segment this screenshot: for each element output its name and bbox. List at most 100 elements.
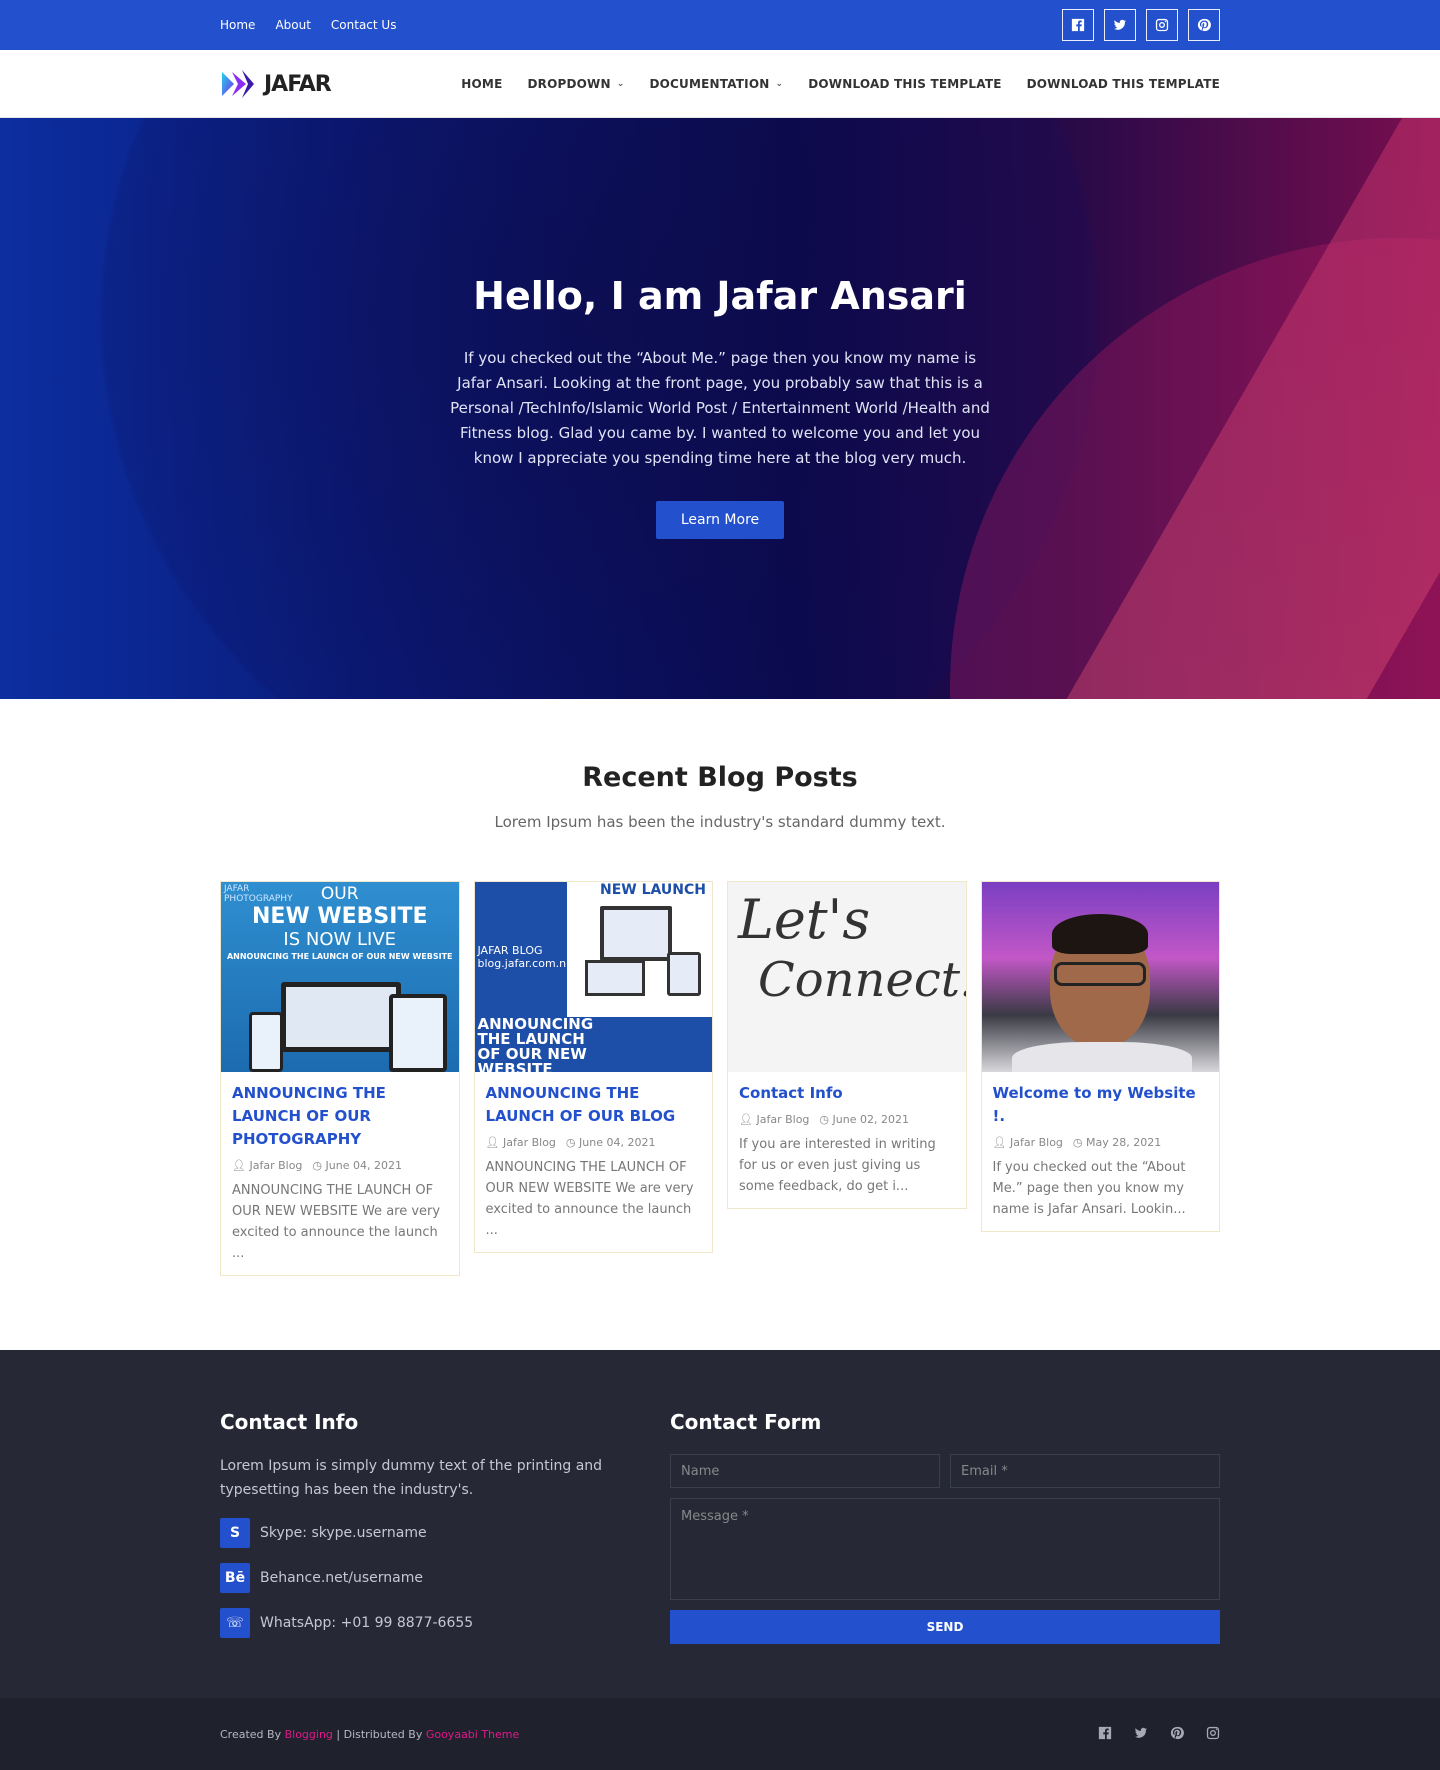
thumb-text: blog.jafar.com.np [477, 957, 574, 970]
post-date: ◷ June 04, 2021 [312, 1159, 402, 1172]
contact-item-skype[interactable]: S Skype: skype.username [220, 1518, 630, 1548]
post-date: ◷ May 28, 2021 [1072, 1136, 1162, 1149]
tablet-image [666, 952, 701, 996]
post-excerpt: If you are interested in writing for us … [739, 1137, 936, 1194]
contact-form: Contact Form Name Email * Message * SEND [670, 1410, 1220, 1653]
contact-form-title: Contact Form [670, 1410, 822, 1434]
contact-info: Contact Info Lorem Ipsum is simply dummy… [220, 1410, 630, 1653]
message-field[interactable]: Message * [670, 1498, 1220, 1600]
footer-contact: Contact Info Lorem Ipsum is simply dummy… [0, 1350, 1440, 1698]
menu-dropdown-label: DROPDOWN [527, 77, 611, 91]
thumb-text: IS NOW LIVE [283, 929, 397, 950]
post-thumbnail[interactable]: NEW LAUNCH JAFAR BLOG blog.jafar.com.np … [474, 882, 712, 1073]
hero-title: Hello, I am Jafar Ansari [473, 274, 967, 318]
hero-section: Hello, I am Jafar Ansari If you checked … [0, 118, 1440, 699]
top-links: Home About Contact Us [220, 18, 396, 32]
post-author: 👤︎ Jafar Blog [992, 1136, 1063, 1149]
menu-item-download-2[interactable]: DOWNLOAD THIS TEMPLATE [1027, 77, 1220, 91]
instagram-icon[interactable] [1146, 9, 1178, 41]
contact-item-text: Skype: skype.username [260, 1525, 427, 1541]
portrait-hair [1051, 914, 1148, 954]
blog-section: Recent Blog Posts Lorem Ipsum has been t… [0, 699, 1440, 1350]
post-author: 👤︎ Jafar Blog [485, 1136, 556, 1149]
post-author: 👤︎ Jafar Blog [232, 1159, 303, 1172]
thumb-text: NEW WEBSITE [252, 904, 428, 929]
facebook-icon[interactable] [1098, 1725, 1112, 1744]
laptop-image [281, 982, 401, 1052]
post-title[interactable]: Contact Info [739, 1082, 955, 1105]
twitter-icon[interactable] [1134, 1725, 1148, 1744]
phone-image [249, 1012, 283, 1072]
site-logo[interactable]: JAFAR [220, 68, 332, 100]
post-date-text: June 04, 2021 [325, 1159, 402, 1172]
post-excerpt: ANNOUNCING THE LAUNCH OF OUR NEW WEBSITE… [485, 1160, 694, 1238]
thumb-text: ANNOUNCING THE LAUNCH OF OUR NEW WEBSITE [477, 1015, 594, 1073]
menu-item-documentation[interactable]: DOCUMENTATION ⌄ [649, 77, 783, 91]
post-title[interactable]: ANNOUNCING THE LAUNCH OF OUR PHOTOGRAPHY [232, 1082, 448, 1151]
contact-item-behance[interactable]: Bē Behance.net/username [220, 1563, 630, 1593]
menu-download-label: DOWNLOAD THIS TEMPLATE [1026, 77, 1220, 91]
blog-card[interactable]: NEW LAUNCH JAFAR BLOG blog.jafar.com.np … [473, 881, 713, 1253]
hero-text: If you checked out the “About Me.” page … [450, 349, 990, 467]
thumb-text: Connect! [758, 952, 966, 1008]
blog-card[interactable]: JAFAR PHOTOGRAPHY OUR NEW WEBSITE IS NOW… [220, 881, 460, 1276]
portrait-shirt [1011, 1042, 1192, 1072]
thumb-text: NEW LAUNCH [600, 882, 706, 898]
post-thumbnail[interactable] [981, 882, 1219, 1072]
footer-socials [1098, 1725, 1220, 1744]
pinterest-icon[interactable] [1188, 9, 1220, 41]
post-date: ◷ June 04, 2021 [565, 1136, 656, 1149]
logo-mark-icon [222, 70, 254, 98]
post-date-text: June 04, 2021 [579, 1136, 656, 1149]
theme-link[interactable]: Gooyaabi Theme [426, 1728, 519, 1741]
thumb-text: ANNOUNCING THE LAUNCH OF OUR NEW WEBSITE [226, 952, 453, 961]
menu-item-dropdown[interactable]: DROPDOWN ⌄ [527, 77, 624, 91]
menu-item-home[interactable]: HOME [461, 77, 502, 91]
twitter-icon[interactable] [1104, 9, 1136, 41]
name-field[interactable]: Name [670, 1454, 940, 1488]
main-nav: JAFAR HOME DROPDOWN ⌄ DOCUMENTATION ⌄ DOWN… [0, 50, 1440, 118]
top-socials [1062, 9, 1220, 41]
post-excerpt: If you checked out the “About Me.” page … [992, 1160, 1186, 1217]
chevron-down-icon: ⌄ [616, 79, 625, 89]
menu-item-download-1[interactable]: DOWNLOAD THIS TEMPLATE [808, 77, 1001, 91]
facebook-icon[interactable] [1062, 9, 1094, 41]
portrait-glasses [1053, 962, 1146, 986]
blog-subtitle: Lorem Ipsum has been the industry's stan… [494, 813, 946, 831]
contact-item-whatsapp[interactable]: ☏ WhatsApp: +01 99 8877-6655 [220, 1608, 630, 1638]
learn-more-button[interactable]: Learn More [655, 501, 785, 539]
blog-card[interactable]: Welcome to my Website !. 👤︎ Jafar Blog ◷ … [980, 881, 1220, 1232]
post-thumbnail[interactable]: Let's Connect! [728, 882, 966, 1072]
post-title[interactable]: ANNOUNCING THE LAUNCH OF OUR BLOG [486, 1082, 702, 1128]
menu-home-label: HOME [461, 77, 503, 91]
post-author-name: Jafar Blog [1009, 1136, 1063, 1149]
top-link-home[interactable]: Home [220, 18, 255, 32]
thumb-text: Let's [738, 888, 871, 951]
post-date-text: June 02, 2021 [832, 1113, 909, 1126]
post-thumbnail[interactable]: JAFAR PHOTOGRAPHY OUR NEW WEBSITE IS NOW… [221, 882, 459, 1072]
email-field[interactable]: Email * [950, 1454, 1220, 1488]
blog-card[interactable]: Let's Connect! Contact Info 👤︎ Jafar Blo… [727, 881, 967, 1209]
pinterest-icon[interactable] [1170, 1725, 1184, 1744]
post-author: 👤︎ Jafar Blog [739, 1113, 810, 1126]
post-excerpt: ANNOUNCING THE LAUNCH OF OUR NEW WEBSITE… [232, 1183, 441, 1261]
top-link-about[interactable]: About [275, 18, 310, 32]
post-author-name: Jafar Blog [249, 1159, 303, 1172]
contact-info-title: Contact Info [220, 1410, 359, 1434]
laptop-image [584, 960, 645, 996]
send-button[interactable]: SEND [670, 1610, 1220, 1644]
post-date-text: May 28, 2021 [1086, 1136, 1162, 1149]
post-title[interactable]: Welcome to my Website !. [993, 1082, 1209, 1128]
contact-info-desc: Lorem Ipsum is simply dummy text of the … [220, 1458, 603, 1498]
credit-line: Created By Blogging | Distributed By Goo… [220, 1728, 519, 1741]
blogging-link[interactable]: Blogging [285, 1728, 333, 1741]
whatsapp-icon: ☏ [220, 1608, 250, 1638]
chevron-down-icon: ⌄ [775, 79, 784, 89]
top-link-contact[interactable]: Contact Us [331, 18, 397, 32]
monitor-image [599, 906, 672, 961]
menu-documentation-label: DOCUMENTATION [649, 77, 770, 91]
thumb-text: JAFAR BLOG [477, 944, 543, 957]
post-date: ◷ June 02, 2021 [819, 1113, 909, 1126]
tablet-image [389, 994, 447, 1072]
instagram-icon[interactable] [1206, 1725, 1220, 1744]
